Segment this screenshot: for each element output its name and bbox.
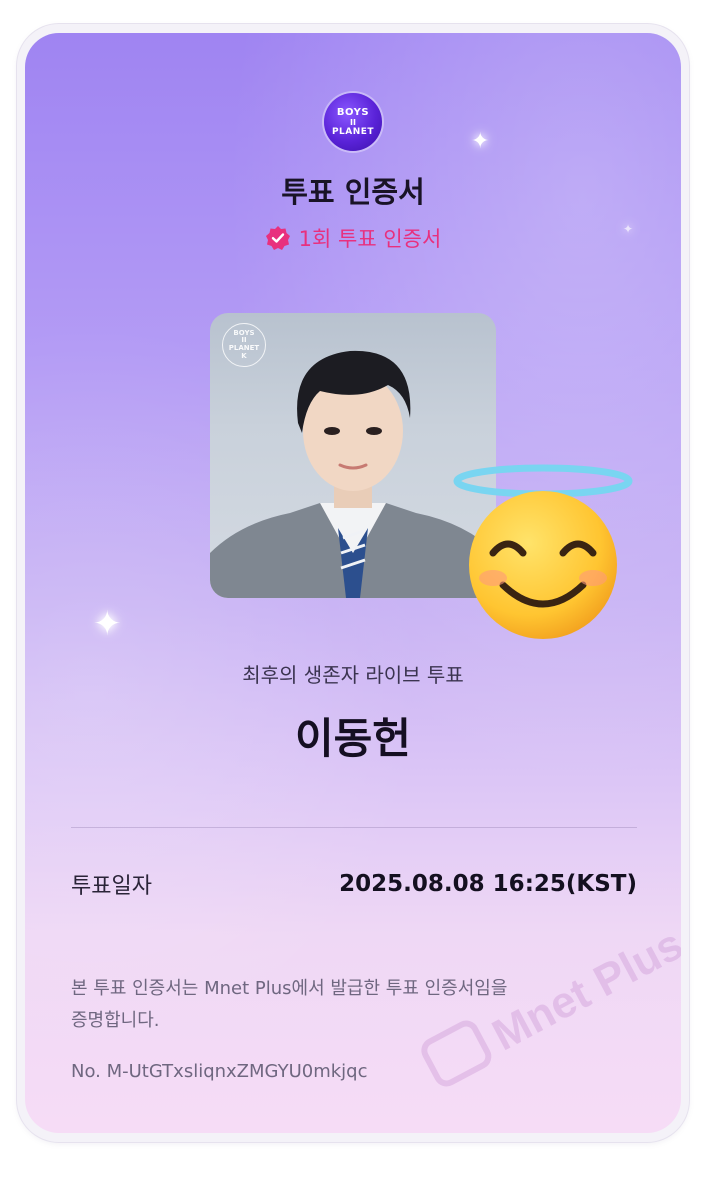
certificate-title: 투표 인증서 xyxy=(281,175,425,209)
boys-planet-logo: BOYS II PLANET xyxy=(324,93,382,151)
candidate-name: 이동헌 xyxy=(295,714,411,763)
vote-date-value: 2025.08.08 16:25(KST) xyxy=(339,871,637,897)
verified-check-icon xyxy=(265,226,290,250)
vote-date-label: 투표일자 xyxy=(71,874,152,899)
section-divider xyxy=(71,827,637,828)
sparkle-icon: ✦ xyxy=(471,129,490,154)
vote-event-subtitle: 최후의 생존자 라이브 투표 xyxy=(242,663,464,687)
certificate-statement: 본 투표 인증서는 Mnet Plus에서 발급한 투표 인증서임을 증명합니다… xyxy=(71,978,508,1031)
logo-line-2: II xyxy=(350,117,356,127)
smiling-face-with-halo-icon xyxy=(453,464,633,639)
vote-count-badge: 1회 투표 인증서 xyxy=(25,223,681,253)
serial-number: No. M-UtGTxsliqnxZMGYU0mkjqc xyxy=(71,1061,368,1082)
vote-certificate-card: Mnet Plus ✦ ✦ ✦ BOYS II PLANET 투표 인증서 1회… xyxy=(25,33,681,1133)
logo-line-1: BOYS xyxy=(336,106,370,118)
sparkle-icon: ✦ xyxy=(93,604,122,644)
svg-text:Mnet Plus: Mnet Plus xyxy=(485,919,681,1060)
logo-line-3: PLANET xyxy=(331,126,375,137)
badge-label: 1회 투표 인증서 xyxy=(298,227,442,251)
vote-date-row: 투표일자 2025.08.08 16:25(KST) xyxy=(71,868,637,900)
